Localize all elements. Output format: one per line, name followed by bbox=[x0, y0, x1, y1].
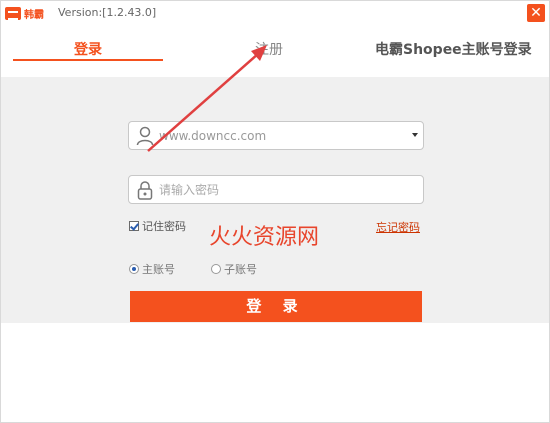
app-logo: 韩霸 bbox=[5, 5, 49, 21]
tab-active-indicator bbox=[13, 59, 163, 61]
password-input[interactable] bbox=[159, 180, 399, 200]
watermark-text: 火火资源网 bbox=[209, 225, 320, 250]
tab-bar: 登录 注册 电霸Shopee主账号登录 bbox=[1, 25, 549, 77]
forgot-password-link[interactable]: 忘记密码 bbox=[376, 219, 420, 235]
radio-main-label: 主账号 bbox=[142, 263, 175, 276]
radio-sub-label: 子账号 bbox=[224, 263, 257, 276]
logo-icon bbox=[5, 6, 21, 20]
login-window: 韩霸 Version:[1.2.43.0] ✕ 登录 注册 电霸Shopee主账… bbox=[0, 0, 550, 423]
tab-login[interactable]: 登录 bbox=[13, 39, 163, 59]
username-input[interactable] bbox=[159, 126, 399, 146]
password-field bbox=[128, 175, 424, 204]
login-button[interactable]: 登 录 bbox=[130, 291, 422, 322]
lock-icon bbox=[137, 181, 153, 200]
logo-text: 韩霸 bbox=[24, 9, 44, 21]
remember-password[interactable]: 记住密码 bbox=[129, 218, 186, 234]
login-panel: 记住密码 火火资源网 忘记密码 主账号 子账号 登 录 bbox=[1, 77, 549, 323]
remember-password-label: 记住密码 bbox=[142, 220, 186, 233]
version-label: Version:[1.2.43.0] bbox=[58, 6, 157, 19]
dropdown-arrow-icon[interactable] bbox=[412, 133, 418, 137]
close-icon[interactable]: ✕ bbox=[527, 4, 545, 22]
radio-icon[interactable] bbox=[129, 264, 139, 274]
checkbox-icon[interactable] bbox=[129, 221, 139, 231]
title-bar: 韩霸 Version:[1.2.43.0] ✕ bbox=[1, 1, 549, 25]
user-icon bbox=[136, 126, 154, 146]
radio-sub-account[interactable]: 子账号 bbox=[211, 261, 257, 277]
tab-shopee-login[interactable]: 电霸Shopee主账号登录 bbox=[375, 39, 532, 59]
radio-icon[interactable] bbox=[211, 264, 221, 274]
radio-main-account[interactable]: 主账号 bbox=[129, 261, 175, 277]
username-field bbox=[128, 121, 424, 150]
tab-register[interactable]: 注册 bbox=[255, 39, 283, 59]
